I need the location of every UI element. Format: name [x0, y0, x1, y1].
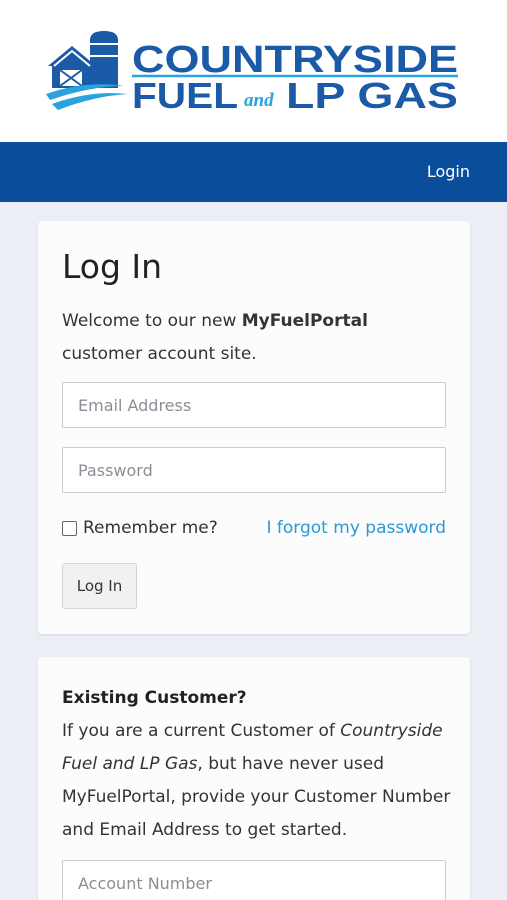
login-card: Log In Welcome to our new MyFuelPortal c… [38, 221, 470, 634]
site-header: COUNTRYSIDE FUEL and LP GAS [0, 0, 507, 142]
existing-customer-title: Existing Customer? [62, 688, 247, 708]
forgot-password-link[interactable]: I forgot my password [267, 517, 447, 539]
remember-me-checkbox[interactable] [62, 520, 77, 536]
account-number-field[interactable] [62, 860, 446, 900]
welcome-prefix: Welcome to our new [62, 311, 237, 331]
company-logo[interactable]: COUNTRYSIDE FUEL and LP GAS [46, 28, 460, 114]
welcome-suffix: customer account site. [62, 344, 257, 364]
top-navbar: Login [0, 142, 507, 202]
remember-me[interactable]: Remember me? [62, 517, 218, 539]
login-button[interactable]: Log In [62, 563, 137, 609]
existing-text-prefix: If you are a current Customer of [62, 721, 335, 741]
welcome-text: Welcome to our new MyFuelPortal customer… [62, 305, 452, 371]
page-title: Log In [62, 247, 163, 286]
brand-line2-right: LP GAS [286, 75, 458, 114]
remember-me-label: Remember me? [83, 518, 218, 538]
welcome-brand: MyFuelPortal [241, 311, 368, 331]
password-field[interactable] [62, 447, 446, 493]
brand-line2-mid: and [244, 90, 274, 111]
nav-login-link[interactable]: Login [427, 142, 470, 202]
existing-customer-card: Existing Customer? If you are a current … [38, 657, 470, 900]
email-field[interactable] [62, 382, 446, 428]
barn-logo-icon: COUNTRYSIDE FUEL and LP GAS [46, 31, 458, 114]
existing-customer-text: If you are a current Customer of Country… [62, 715, 452, 847]
brand-line2-left: FUEL [132, 75, 238, 114]
